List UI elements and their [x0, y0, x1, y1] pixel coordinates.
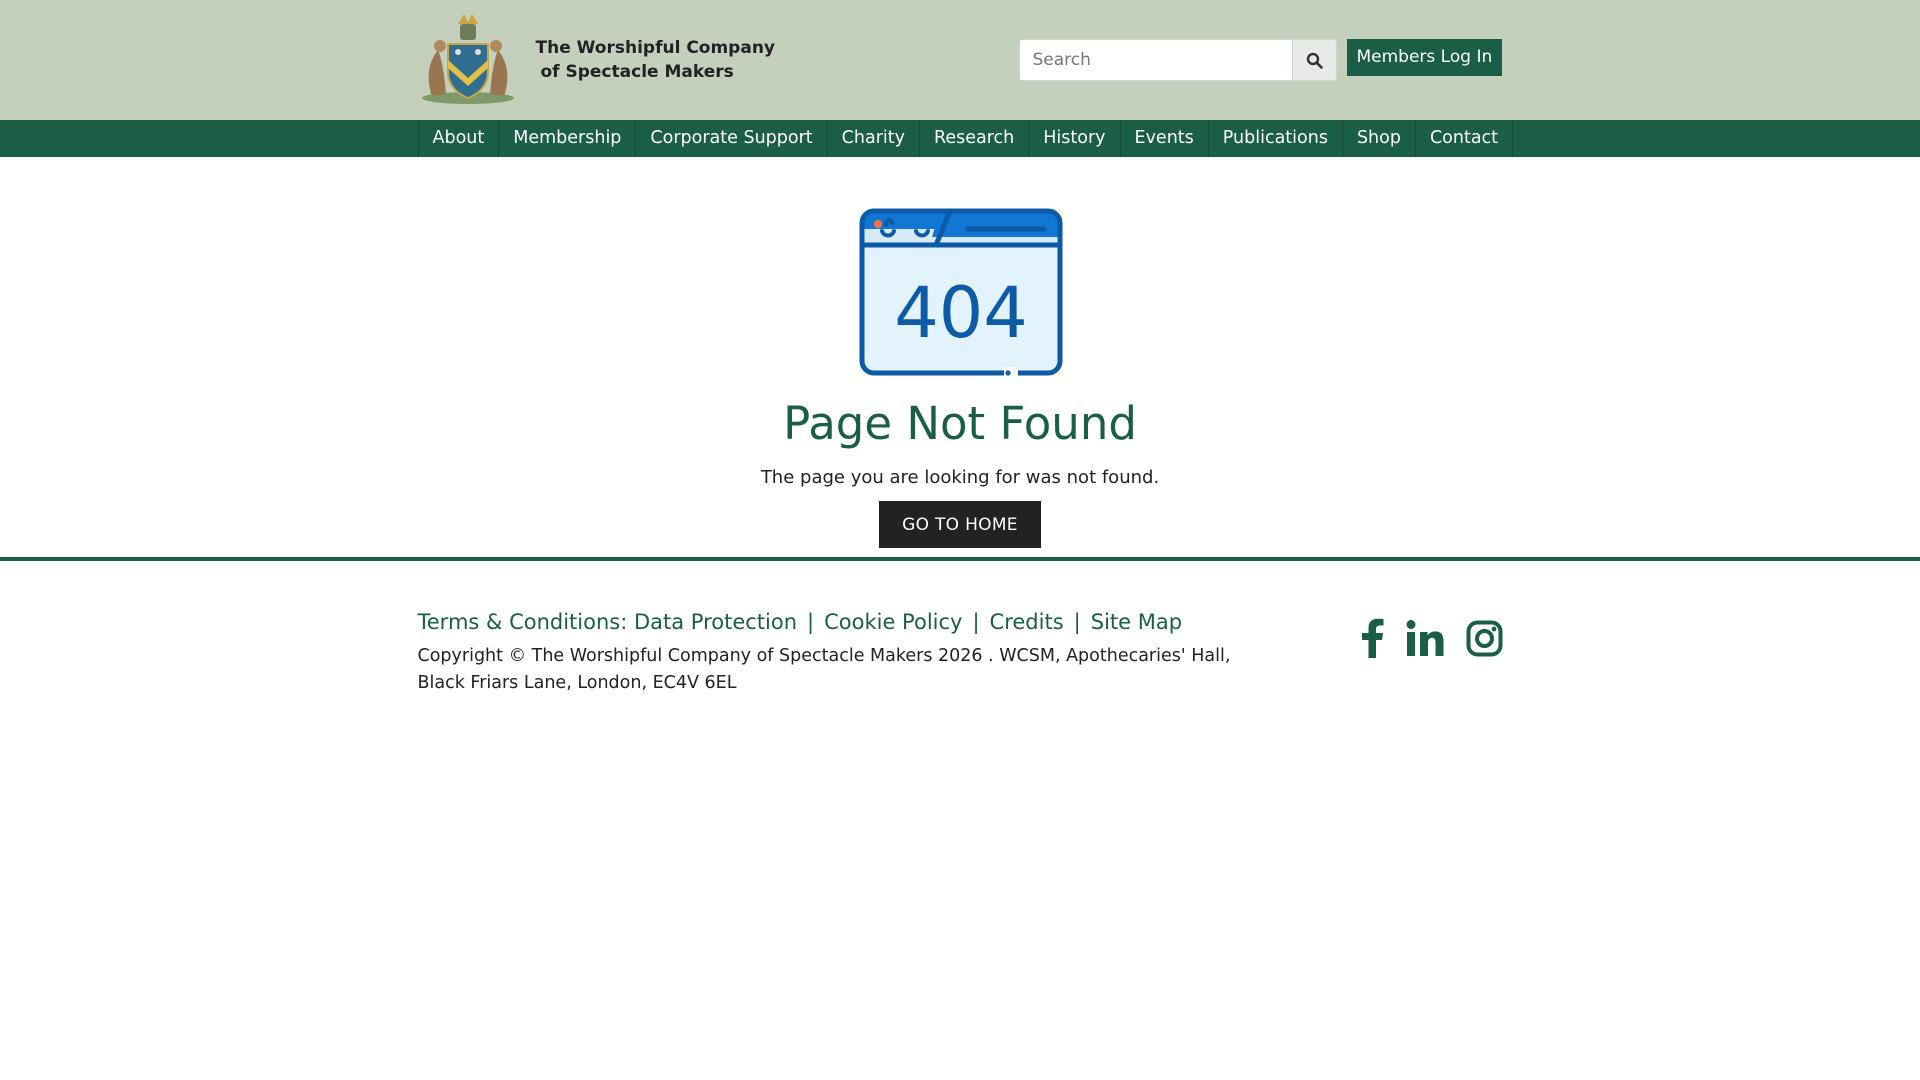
footer-separator: |: [1073, 610, 1081, 634]
facebook-icon: [1361, 618, 1383, 658]
icon-404-text: 404: [894, 272, 1028, 354]
instagram-link[interactable]: [1466, 620, 1503, 657]
footer-links: Terms & Conditions: Data Protection | Cook…: [418, 610, 1183, 634]
search-icon: [1306, 52, 1323, 69]
members-login-button[interactable]: Members Log In: [1346, 39, 1503, 76]
header-container: The Worshipful Company of Spectacle Make…: [418, 0, 1503, 120]
nav-item-contact[interactable]: Contact: [1414, 120, 1514, 157]
copyright-text: Copyright © The Worshipful Company of Sp…: [417, 646, 1231, 693]
browser-404-icon: 404: [859, 208, 1063, 377]
search-input[interactable]: [1018, 39, 1292, 81]
nav-item-about[interactable]: About: [417, 120, 499, 157]
instagram-icon: [1466, 620, 1502, 656]
error-message: The page you are looking for was not fou…: [760, 467, 1160, 488]
footer-container: Terms & Conditions: Data Protection | Cook…: [418, 561, 1503, 761]
nav-item-corporate-support[interactable]: Corporate Support: [635, 120, 826, 157]
go-to-home-button[interactable]: GO TO HOME: [879, 501, 1041, 548]
nav-item-events[interactable]: Events: [1119, 120, 1208, 157]
footer-link-terms[interactable]: Terms & Conditions: Data Protection: [418, 610, 798, 634]
page-title: Page Not Found: [783, 397, 1137, 450]
footer-link-site-map[interactable]: Site Map: [1091, 610, 1182, 634]
company-name-line2: of Spectacle Makers: [540, 62, 734, 82]
main-content: 404 Page Not Found The page you are look…: [0, 157, 1920, 557]
facebook-link[interactable]: [1360, 618, 1384, 658]
search-form: [1018, 39, 1337, 81]
nav-item-research[interactable]: Research: [918, 120, 1028, 157]
search-button[interactable]: [1291, 39, 1337, 81]
nav-item-shop[interactable]: Shop: [1341, 120, 1415, 157]
footer-separator: |: [807, 610, 815, 634]
linkedin-icon: [1406, 620, 1443, 656]
footer-separator: |: [972, 610, 980, 634]
site-footer: Terms & Conditions: Data Protection | Cook…: [0, 561, 1920, 761]
footer-link-credits[interactable]: Credits: [990, 610, 1064, 634]
nav-list: About Membership Corporate Support Chari…: [417, 120, 1514, 157]
linkedin-link[interactable]: [1406, 619, 1444, 657]
nav-item-publications[interactable]: Publications: [1207, 120, 1342, 157]
company-name[interactable]: The Worshipful Company of Spectacle Make…: [536, 36, 776, 84]
nav-item-membership[interactable]: Membership: [498, 120, 635, 157]
company-name-line1: The Worshipful Company: [535, 38, 776, 58]
nav-container: About Membership Corporate Support Chari…: [417, 120, 1514, 157]
social-links: [1360, 618, 1503, 658]
footer-link-cookie-policy[interactable]: Cookie Policy: [824, 610, 962, 634]
nav-item-charity[interactable]: Charity: [826, 120, 919, 157]
coat-of-arms-logo[interactable]: [418, 10, 518, 106]
site-header: The Worshipful Company of Spectacle Make…: [0, 0, 1920, 120]
nav-item-history[interactable]: History: [1028, 120, 1119, 157]
main-nav: About Membership Corporate Support Chari…: [0, 120, 1920, 157]
